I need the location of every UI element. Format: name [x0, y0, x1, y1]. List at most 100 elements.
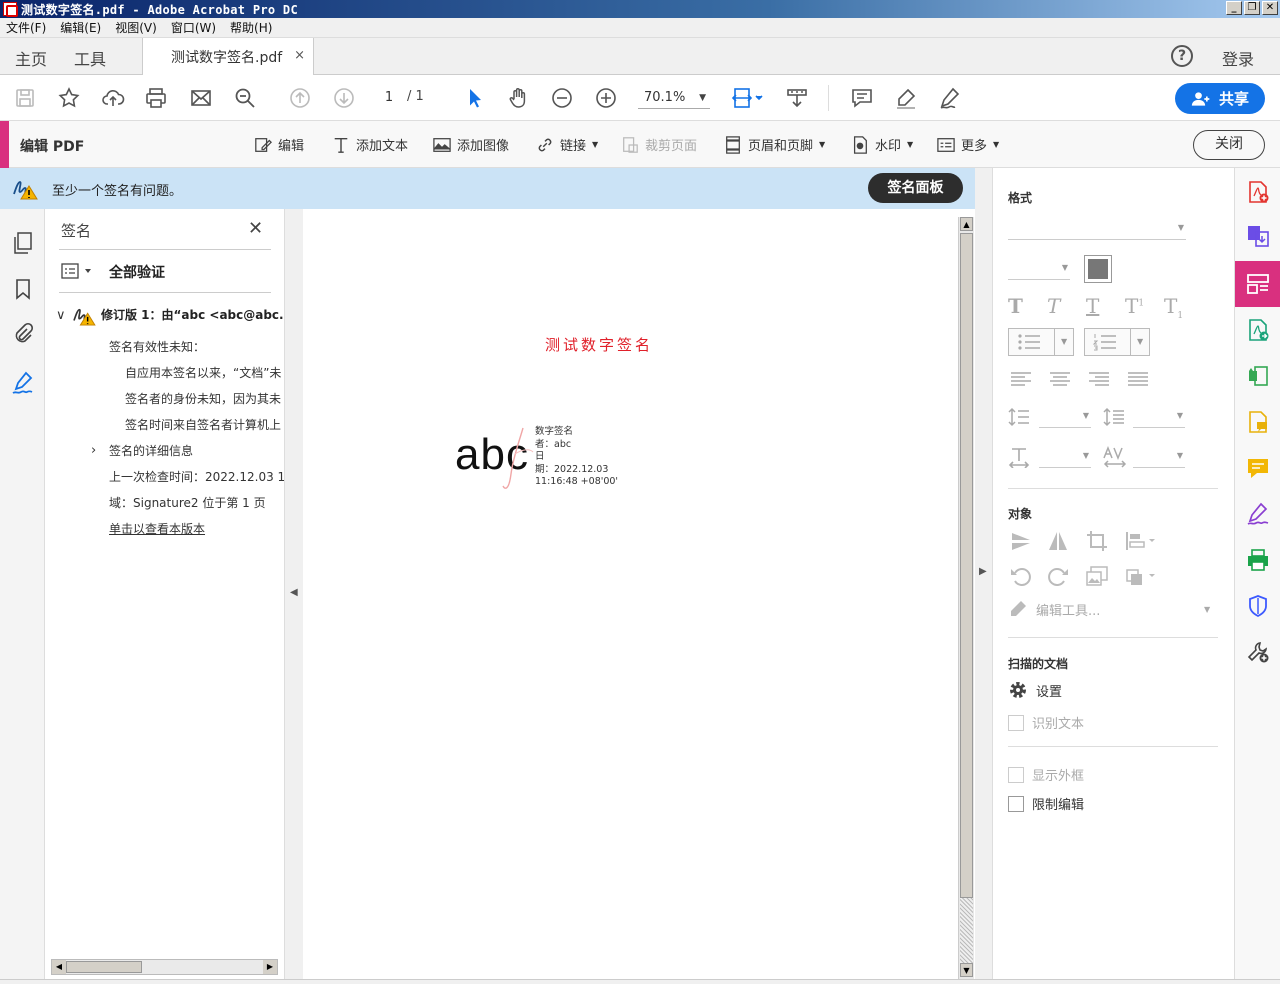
restrict-editing-option[interactable]: 限制编辑 — [1008, 794, 1084, 813]
crop-page-button[interactable]: 裁剪页面 — [621, 135, 697, 154]
view-version-link[interactable]: 单击以查看本版本 — [109, 520, 205, 537]
page-number-input[interactable]: 1 — [374, 87, 404, 109]
font-color-picker[interactable] — [1084, 255, 1112, 283]
line-spacing-icon[interactable] — [1008, 406, 1030, 428]
align-right-icon[interactable] — [1088, 371, 1110, 387]
recognize-text-option[interactable]: 识别文本 — [1008, 713, 1084, 732]
paragraph-spacing-icon[interactable] — [1103, 406, 1125, 428]
italic-icon[interactable]: T — [1047, 294, 1060, 318]
zoom-level-select[interactable]: 70.1% ▼ — [638, 87, 710, 109]
close-window-button[interactable]: ✕ — [1262, 1, 1278, 15]
document-page[interactable]: 测试数字签名 abc 数字签名 者：abc 日 期：2022.12.03 11:… — [303, 209, 958, 979]
attachment-paperclip-icon[interactable] — [11, 322, 35, 346]
signature-details-item[interactable]: 签名的详细信息 — [109, 442, 193, 459]
search-zoom-icon[interactable] — [232, 85, 258, 111]
rotate-right-icon[interactable] — [1047, 565, 1069, 587]
rotate-left-icon[interactable] — [1010, 565, 1032, 587]
scroll-up-icon[interactable]: ▲ — [960, 217, 973, 231]
close-edit-button[interactable]: 关闭 — [1193, 130, 1265, 160]
tab-document[interactable]: 测试数字签名.pdf × — [142, 38, 314, 75]
select-arrow-icon[interactable] — [462, 85, 488, 111]
close-icon[interactable]: ✕ — [248, 218, 263, 239]
restrict-editing-checkbox[interactable] — [1008, 795, 1024, 812]
show-bounding-box-option[interactable]: 显示外框 — [1008, 765, 1084, 784]
email-icon[interactable] — [188, 85, 214, 111]
hand-tool-icon[interactable] — [505, 85, 531, 111]
recognize-text-checkbox[interactable] — [1008, 714, 1024, 731]
close-tab-icon[interactable]: × — [294, 48, 305, 63]
add-image-button[interactable]: 添加图像 — [433, 135, 509, 154]
edit-tool-button[interactable]: 编辑 — [254, 135, 304, 154]
more-button[interactable]: 更多 ▼ — [937, 135, 999, 154]
add-text-button[interactable]: 添加文本 — [332, 135, 408, 154]
scrollbar-track[interactable] — [960, 898, 973, 964]
menu-window[interactable]: 窗口(W) — [171, 19, 216, 36]
scrollbar-thumb[interactable] — [960, 233, 973, 898]
character-spacing-select[interactable]: ▼ — [1133, 446, 1185, 468]
bookmark-icon[interactable] — [11, 277, 35, 301]
align-objects-icon[interactable] — [1125, 530, 1157, 552]
align-left-icon[interactable] — [1010, 371, 1032, 387]
bookmark-star-icon[interactable] — [56, 85, 82, 111]
horizontal-scaling-select[interactable]: ▼ — [1039, 446, 1091, 468]
menu-view[interactable]: 视图(V) — [115, 19, 157, 36]
scroll-right-icon[interactable]: ▶ — [263, 960, 277, 974]
header-footer-button[interactable]: 页眉和页脚 ▼ — [724, 135, 825, 154]
more-tools-wrench-icon[interactable] — [1246, 640, 1270, 664]
revision-item[interactable]: 修订版 1：由“abc <abc@abc.co — [101, 306, 284, 323]
validate-all-button[interactable]: 全部验证 — [109, 262, 165, 282]
align-justify-icon[interactable] — [1127, 371, 1149, 387]
organize-pages-icon[interactable] — [1246, 364, 1270, 388]
link-button[interactable]: 链接 ▼ — [536, 135, 598, 154]
page-thumbnails-icon[interactable] — [11, 231, 35, 255]
options-menu-icon[interactable] — [61, 263, 95, 279]
line-spacing-select[interactable]: ▼ — [1039, 406, 1091, 428]
document-vertical-scrollbar[interactable]: ▲ ▼ — [958, 217, 974, 979]
scroll-left-icon[interactable]: ◀ — [52, 960, 66, 974]
numbered-list-button[interactable]: ▼ — [1084, 328, 1150, 356]
highlight-pen-icon[interactable] — [893, 85, 919, 111]
tab-tools[interactable]: 工具 — [74, 46, 106, 70]
export-pdf-icon[interactable] — [1246, 318, 1270, 342]
restore-button[interactable]: ❐ — [1244, 1, 1260, 15]
create-pdf-icon[interactable] — [1246, 180, 1270, 204]
scrollbar-thumb[interactable] — [66, 961, 142, 973]
superscript-icon[interactable]: T1 — [1125, 294, 1144, 318]
tab-home[interactable]: 主页 — [15, 46, 47, 70]
subscript-icon[interactable]: T1 — [1164, 294, 1183, 321]
menu-edit[interactable]: 编辑(E) — [60, 19, 101, 36]
combine-files-icon[interactable] — [1246, 224, 1270, 248]
watermark-button[interactable]: 水印 ▼ — [851, 135, 913, 154]
arrange-objects-icon[interactable] — [1125, 565, 1157, 587]
login-link[interactable]: 登录 — [1222, 46, 1254, 70]
next-page-icon[interactable] — [331, 85, 357, 111]
align-center-icon[interactable] — [1049, 371, 1071, 387]
comment-pdf-icon[interactable] — [1246, 410, 1270, 434]
flip-horizontal-icon[interactable] — [1047, 530, 1069, 552]
underline-icon[interactable]: T — [1086, 294, 1099, 318]
page-fit-icon[interactable] — [730, 85, 766, 111]
replace-image-icon[interactable] — [1086, 565, 1108, 587]
print-icon[interactable] — [143, 85, 169, 111]
bullet-list-button[interactable]: ▼ — [1008, 328, 1074, 356]
signature-field[interactable]: abc 数字签名 者：abc 日 期：2022.12.03 11:16:48 +… — [455, 424, 655, 494]
comment-icon[interactable] — [849, 85, 875, 111]
zoom-out-icon[interactable] — [549, 85, 575, 111]
right-panel-collapse-gutter[interactable]: ▶ — [975, 168, 993, 979]
horizontal-scaling-icon[interactable] — [1008, 446, 1030, 468]
menu-file[interactable]: 文件(F) — [6, 19, 46, 36]
font-family-select[interactable]: ▼ — [1008, 218, 1186, 240]
paragraph-spacing-select[interactable]: ▼ — [1133, 406, 1185, 428]
upload-cloud-icon[interactable] — [100, 85, 126, 111]
chevron-down-icon[interactable]: ∨ — [56, 308, 66, 323]
edit-tools-dropdown[interactable]: 编辑工具... ▼ — [1008, 599, 1218, 619]
menu-help[interactable]: 帮助(H) — [230, 19, 272, 36]
panel-horizontal-scrollbar[interactable]: ◀ ▶ — [51, 959, 278, 975]
save-icon[interactable] — [12, 85, 38, 111]
help-icon[interactable]: ? — [1171, 45, 1193, 67]
previous-page-icon[interactable] — [287, 85, 313, 111]
crop-object-icon[interactable] — [1086, 530, 1108, 552]
settings-button[interactable]: 设置 — [1008, 680, 1062, 700]
font-size-select[interactable]: ▼ — [1008, 258, 1070, 280]
collapse-left-icon[interactable]: ◀ — [290, 587, 298, 598]
